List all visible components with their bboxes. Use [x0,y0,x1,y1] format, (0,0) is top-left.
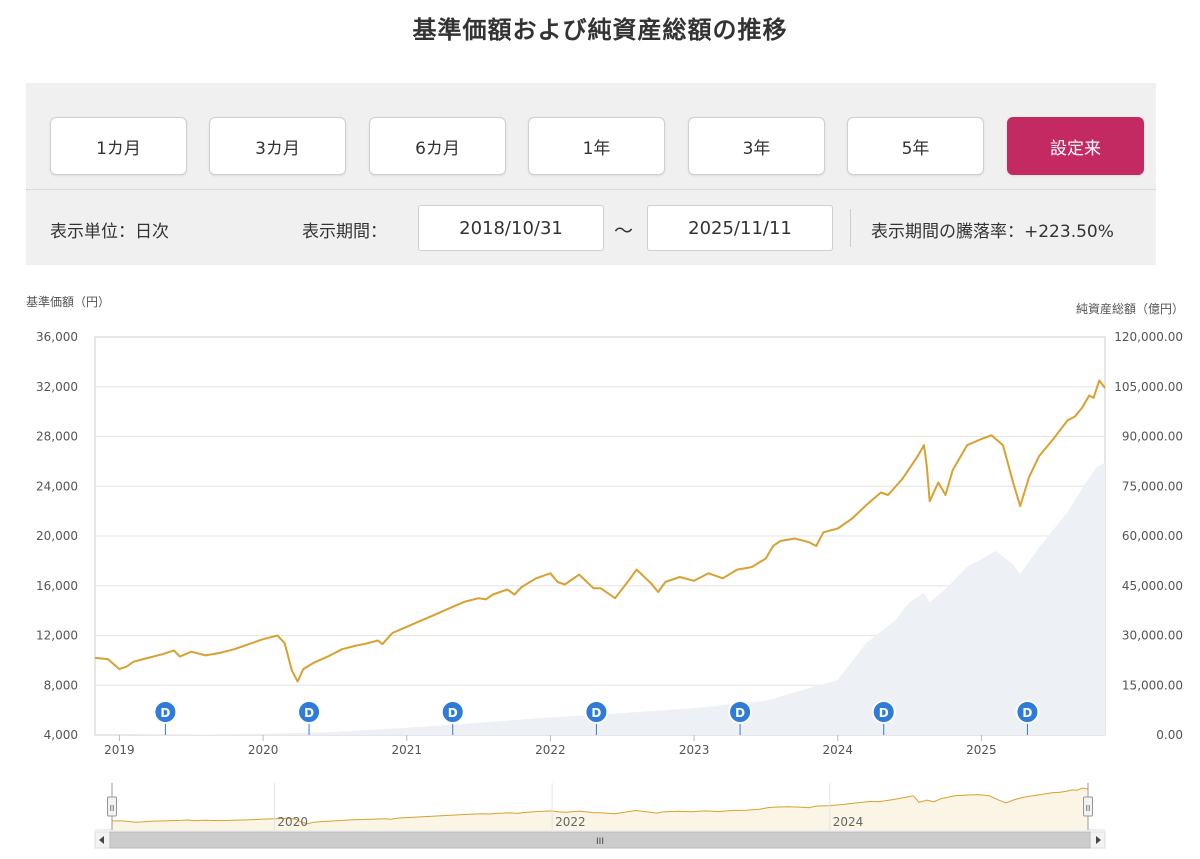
control-panel: 1カ月 3カ月 6カ月 1年 3年 5年 設定来 表示単位：日次 表示期間： 〜… [26,83,1156,265]
dividend-marker-label: D [879,706,889,720]
y-right-tick-label: 120,000.00 [1114,330,1183,344]
x-tick-label: 2022 [535,743,566,757]
panel-divider [26,189,1156,190]
navigator-tick-label: 2022 [555,815,586,829]
navigator-handle-grip: II [110,804,115,813]
dividend-marker-label: D [304,706,314,720]
x-tick-label: 2025 [966,743,997,757]
y-left-axis-title: 基準価額（円） [26,295,111,309]
y-left-tick-label: 20,000 [36,529,78,543]
dividend-marker-label: D [591,706,601,720]
page-title: 基準価額および純資産総額の推移 [412,16,788,44]
start-date-input[interactable] [418,205,604,251]
display-period-label: 表示期間： [302,222,387,242]
info-separator [850,209,851,247]
x-tick-label: 2023 [679,743,710,757]
period-button-6m[interactable]: 6カ月 [369,117,506,175]
y-left-tick-label: 36,000 [36,330,78,344]
navigator-tick-label: 2024 [833,815,864,829]
end-date-input[interactable] [647,205,833,251]
y-left-tick-label: 28,000 [36,430,78,444]
y-left-tick-label: 32,000 [36,380,78,394]
x-tick-label: 2020 [248,743,279,757]
y-right-tick-label: 0.00 [1156,728,1183,742]
y-left-tick-label: 16,000 [36,579,78,593]
x-tick-label: 2019 [104,743,135,757]
period-button-since-inception[interactable]: 設定来 [1007,117,1144,175]
navigator-handle-grip: II [1086,804,1091,813]
y-left-tick-label: 12,000 [36,629,78,643]
navigator-tick-label: 2020 [277,815,308,829]
period-button-3m[interactable]: 3カ月 [209,117,346,175]
y-right-tick-label: 45,000.00 [1122,579,1183,593]
scrollbar-grip: III [596,837,604,847]
display-unit: 表示単位：日次 [50,222,169,242]
period-button-1y[interactable]: 1年 [528,117,665,175]
period-change-rate: 表示期間の騰落率：+223.50% [871,222,1114,242]
date-range-tilde: 〜 [614,220,634,242]
y-right-tick-label: 90,000.00 [1122,430,1183,444]
period-selector: 1カ月 3カ月 6カ月 1年 3年 5年 設定来 [50,117,1145,175]
dividend-marker-label: D [1022,706,1032,720]
period-button-1m[interactable]: 1カ月 [50,117,187,175]
y-right-tick-label: 15,000.00 [1122,678,1183,692]
period-button-3y[interactable]: 3年 [688,117,825,175]
x-tick-label: 2021 [391,743,422,757]
dividend-marker-label: D [160,706,170,720]
y-left-tick-label: 8,000 [44,678,78,692]
x-tick-label: 2024 [823,743,854,757]
y-right-tick-label: 105,000.00 [1114,380,1183,394]
y-right-axis-title: 純資産総額（億円） [1075,302,1184,316]
y-left-tick-label: 4,000 [44,728,78,742]
y-right-tick-label: 75,000.00 [1122,479,1183,493]
dividend-marker-label: D [735,706,745,720]
range-navigator[interactable]: 2020 2022 2024II IIIII [0,778,1200,853]
navigator-layer: 2020 2022 2024II IIIII [94,783,1106,849]
period-button-5y[interactable]: 5年 [847,117,984,175]
y-left-tick-label: 24,000 [36,479,78,493]
price-chart: D D D D D D D 4,000 0.00 8,000 15,000.00 12,000 30,… [36,330,1183,757]
dividend-marker-label: D [448,706,458,720]
y-right-tick-label: 30,000.00 [1122,629,1183,643]
y-right-tick-label: 60,000.00 [1122,529,1183,543]
info-row: 表示単位：日次 表示期間： 〜 表示期間の騰落率：+223.50% [26,205,1156,251]
